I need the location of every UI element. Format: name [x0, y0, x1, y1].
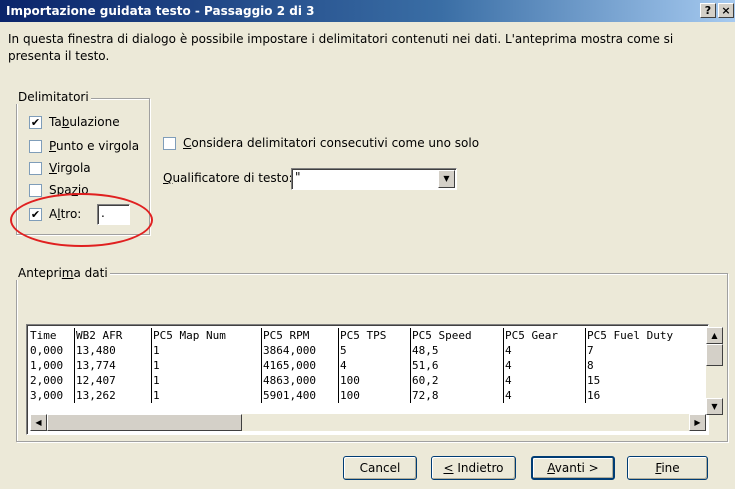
preview-column-header: WB2 AFR: [74, 328, 151, 343]
checkbox-box[interactable]: [163, 136, 176, 150]
preview-cell: 72,8: [410, 388, 503, 403]
scroll-up-icon[interactable]: ▲: [706, 327, 723, 344]
preview-cell: 16: [585, 388, 705, 403]
preview-column-header: PC5 Map Num: [151, 328, 261, 343]
preview-header-row: Time WB2 AFR PC5 Map Num PC5 RPM PC5 TPS PC5 …: [29, 328, 705, 343]
preview-cell: 5901,400: [261, 388, 338, 403]
close-button[interactable]: ×: [718, 3, 734, 18]
help-button[interactable]: ?: [700, 3, 716, 18]
finish-button[interactable]: Fine: [627, 456, 708, 480]
intro-text: In questa finestra di dialogo è possibil…: [8, 32, 674, 63]
annotation-ellipse: [10, 193, 153, 247]
preview-cell: 4: [503, 373, 585, 388]
preview-cell: 1,000: [30, 359, 64, 372]
checkbox-punto-e-virgola[interactable]: Punto e virgola: [29, 139, 139, 153]
preview-cell: 13,774: [74, 358, 151, 373]
preview-cell: 4: [503, 388, 585, 403]
preview-column-header: PC5 TPS: [338, 328, 410, 343]
horizontal-scroll-thumb[interactable]: [47, 414, 242, 431]
scroll-down-icon[interactable]: ▼: [706, 398, 723, 415]
preview-cell: 15: [585, 373, 705, 388]
next-button[interactable]: Avanti >: [531, 456, 615, 480]
window-title: Importazione guidata testo - Passaggio 2…: [6, 4, 315, 18]
delimiters-legend: Delimitatori: [16, 90, 91, 104]
preview-column-header: PC5 Gear: [503, 328, 585, 343]
title-bar: Importazione guidata testo - Passaggio 2…: [0, 0, 735, 22]
preview-cell: 5: [338, 343, 410, 358]
preview-cell: 3,000: [30, 389, 64, 402]
checkbox-consecutive-delimiters[interactable]: Considera delimitatori consecutivi come …: [163, 136, 479, 150]
scroll-right-icon[interactable]: ▶: [689, 414, 706, 431]
preview-cell: 8: [585, 358, 705, 373]
preview-cell: 48,5: [410, 343, 503, 358]
scroll-left-icon[interactable]: ◀: [30, 414, 47, 431]
preview-cell: 1: [151, 358, 261, 373]
checkbox-box[interactable]: [29, 139, 42, 153]
vertical-scroll-thumb[interactable]: [706, 344, 723, 366]
cancel-button[interactable]: Cancel: [343, 456, 417, 480]
preview-cell: 2,000: [30, 374, 64, 387]
preview-cell: 12,407: [74, 373, 151, 388]
checkbox-tabulazione[interactable]: ✔ Tabulazione: [29, 115, 120, 129]
preview-cell: 13,480: [74, 343, 151, 358]
preview-column-header: PC5 Speed: [410, 328, 503, 343]
preview-cell: 60,2: [410, 373, 503, 388]
preview-cell: 1: [151, 343, 261, 358]
preview-cell: 13,262: [74, 388, 151, 403]
back-button[interactable]: < Indietro: [431, 456, 516, 480]
text-qualifier-select[interactable]: ": [291, 168, 457, 190]
preview-column-header: Time: [30, 329, 57, 342]
horizontal-scrollbar[interactable]: ◀ ▶: [30, 414, 706, 431]
preview-column-header: PC5 Fuel Duty: [585, 328, 705, 343]
preview-data-row: 2,000 12,407 1 4863,000 100 60,2 4 15: [29, 373, 705, 388]
checkbox-label: Tabulazione: [49, 115, 120, 129]
preview-cell: 4: [503, 343, 585, 358]
preview-data-row: 0,000 13,480 1 3864,000 5 48,5 4 7: [29, 343, 705, 358]
preview-cell: 0,000: [30, 344, 64, 357]
checkbox-label: Virgola: [49, 161, 91, 175]
preview-cell: 7: [585, 343, 705, 358]
preview-cell: 3864,000: [261, 343, 338, 358]
preview-cell: 4165,000: [261, 358, 338, 373]
preview-cell: 4863,000: [261, 373, 338, 388]
preview-data-row: 3,000 13,262 1 5901,400 100 72,8 4 16: [29, 388, 705, 403]
chevron-down-icon[interactable]: ▼: [438, 170, 455, 188]
preview-cell: 1: [151, 388, 261, 403]
preview-cell: 1: [151, 373, 261, 388]
checkbox-label: Considera delimitatori consecutivi come …: [183, 136, 480, 150]
preview-cell: 100: [338, 373, 410, 388]
checkbox-box[interactable]: [29, 183, 42, 197]
preview-cell: 4: [503, 358, 585, 373]
preview-legend: Anteprima dati: [16, 266, 110, 280]
text-qualifier-value: ": [295, 170, 301, 184]
checkbox-virgola[interactable]: Virgola: [29, 161, 91, 175]
text-qualifier-label: Qualificatore di testo:: [163, 171, 293, 185]
preview-cell: 51,6: [410, 358, 503, 373]
preview-cell: 100: [338, 388, 410, 403]
preview-grid: Time WB2 AFR PC5 Map Num PC5 RPM PC5 TPS PC5 …: [29, 328, 705, 403]
preview-data-row: 1,000 13,774 1 4165,000 4 51,6 4 8: [29, 358, 705, 373]
checkbox-label: Punto e virgola: [49, 139, 140, 153]
vertical-scrollbar[interactable]: ▲ ▼: [706, 327, 723, 415]
checkbox-box[interactable]: [29, 161, 42, 175]
preview-column-header: PC5 RPM: [261, 328, 338, 343]
preview-cell: 4: [338, 358, 410, 373]
checkbox-box[interactable]: ✔: [29, 115, 42, 129]
